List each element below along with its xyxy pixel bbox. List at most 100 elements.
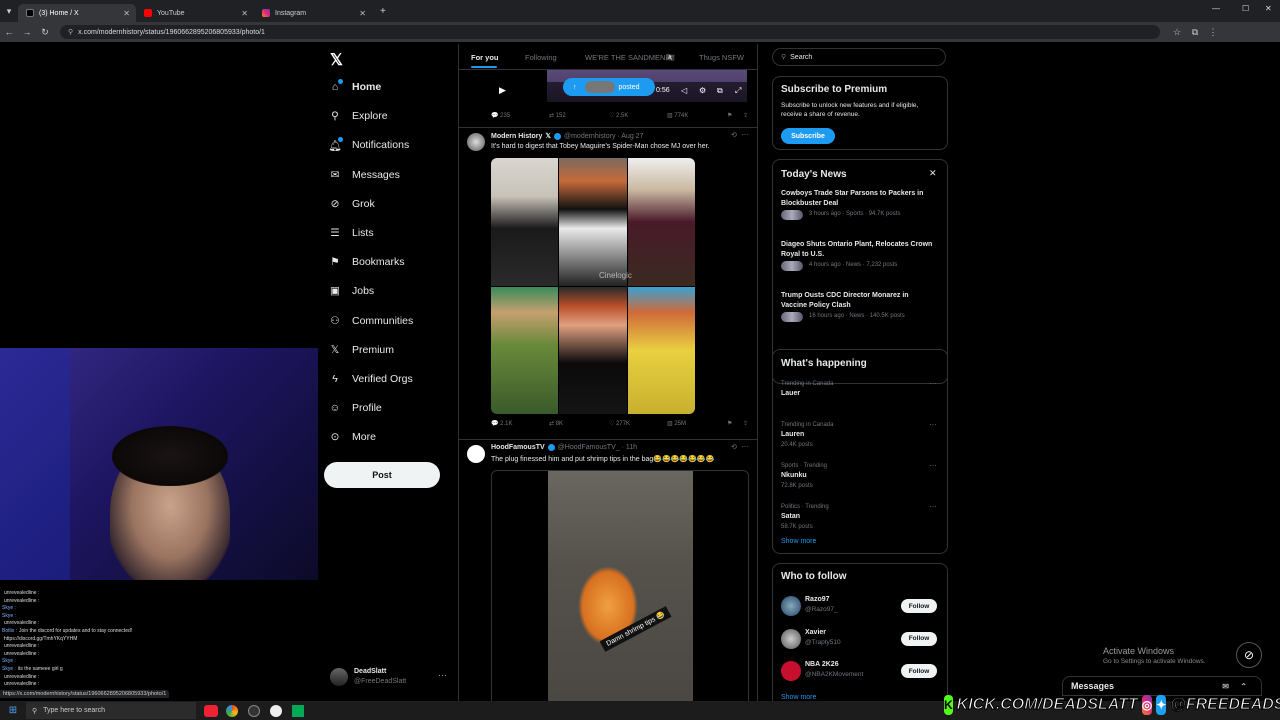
browser-menu-icon[interactable]: ⋮ — [1204, 27, 1222, 38]
trend-item[interactable]: Trending in Canada Lauren 20.4K posts ··· — [773, 420, 947, 460]
back-icon[interactable]: ← — [0, 27, 18, 37]
tab-for-you[interactable]: For you — [471, 53, 499, 62]
nav-item-explore[interactable]: ⚲ Explore — [328, 107, 387, 125]
bookmark-icon[interactable]: ⚑ — [727, 112, 732, 119]
repost-count[interactable]: ⇄ 8K — [549, 420, 563, 427]
play-icon[interactable]: ▶ — [499, 85, 506, 96]
close-tab-icon[interactable]: ✕ — [241, 9, 248, 18]
avatar[interactable] — [467, 445, 485, 463]
taskbar-search[interactable]: ⚲ Type here to search — [26, 702, 196, 719]
follow-button[interactable]: Follow — [901, 664, 937, 678]
windows-start-icon[interactable]: ⊞ — [0, 705, 26, 716]
more-options-icon[interactable]: ··· — [929, 461, 937, 470]
terminal-icon[interactable] — [292, 704, 304, 717]
settings-icon[interactable]: ⚙ — [699, 86, 706, 95]
extensions-icon[interactable]: ⧉ — [1186, 27, 1204, 38]
suggestion-name[interactable]: Xavier — [805, 629, 826, 636]
nav-item-jobs[interactable]: ▣ Jobs — [328, 282, 374, 300]
nav-item-grok[interactable]: ⊘ Grok — [328, 195, 375, 213]
avatar[interactable] — [781, 661, 801, 681]
expand-icon[interactable]: ⌃ — [1240, 682, 1247, 691]
show-more-link[interactable]: Show more — [781, 538, 816, 545]
account-menu-icon[interactable]: ··· — [438, 670, 447, 680]
tweet-modern-history[interactable]: Modern History 𝕏 @modernhistory · Aug 27… — [459, 128, 757, 440]
app-icon[interactable] — [270, 704, 282, 717]
view-count[interactable]: ▥ 774K — [667, 112, 688, 119]
tweet-video[interactable]: ▶ ↑ posted 0:56 ◁ ⚙ ⧉ ⤢ 💬 235 ⇄ 152 ♡ 2.… — [459, 70, 757, 128]
more-options-icon[interactable]: ··· — [741, 442, 749, 451]
grok-fab-icon[interactable]: ⊘ — [1236, 642, 1262, 668]
trend-item[interactable]: Sports · Trending Nkunku 72.8K posts ··· — [773, 461, 947, 501]
nav-item-home[interactable]: ⌂ Home — [328, 78, 381, 96]
chrome-icon[interactable] — [226, 704, 238, 717]
tweet-handle[interactable]: @HoodFamousTV_ · 11h — [558, 444, 637, 451]
follow-button[interactable]: Follow — [901, 599, 937, 613]
repost-count[interactable]: ⇄ 152 — [549, 112, 566, 119]
like-count[interactable]: ♡ 277K — [609, 420, 630, 427]
follow-suggestion[interactable]: NBA 2K26 @NBA2KMovement Follow — [773, 659, 947, 685]
pip-icon[interactable]: ⧉ — [717, 86, 723, 96]
more-options-icon[interactable]: ··· — [929, 420, 937, 429]
tweet-image[interactable] — [491, 158, 695, 414]
nav-item-notifications[interactable]: 🔔︎ Notifications — [328, 136, 409, 154]
tab-instagram[interactable]: Instagram ✕ — [254, 4, 372, 22]
more-options-icon[interactable]: ··· — [741, 130, 749, 139]
obs-icon[interactable] — [248, 704, 260, 717]
nav-item-more[interactable]: ⊙ More — [328, 428, 376, 446]
volume-icon[interactable]: ◁ — [681, 86, 687, 95]
share-icon[interactable]: ⇪ — [743, 420, 748, 427]
close-tab-icon[interactable]: ✕ — [123, 9, 130, 18]
reply-count[interactable]: 💬 2.1K — [491, 420, 512, 427]
tweet-author[interactable]: HoodFamousTV — [491, 444, 545, 451]
news-headline[interactable]: Cowboys Trade Star Parsons to Packers in… — [781, 189, 936, 209]
trend-item[interactable]: Trending in Canada Lauer ··· — [773, 379, 947, 419]
x-logo-icon[interactable]: 𝕏 — [330, 50, 343, 70]
app-icon[interactable] — [204, 704, 218, 717]
new-tab-button[interactable]: + — [380, 6, 386, 17]
follow-button[interactable]: Follow — [901, 631, 937, 646]
tab-thugs[interactable]: Thugs NSFW — [699, 53, 744, 62]
avatar[interactable] — [781, 628, 801, 649]
tab-youtube[interactable]: YouTube ✕ — [136, 4, 254, 22]
tweet-hoodfamous[interactable]: HoodFamousTV @HoodFamousTV_ · 11h ⟲ ··· … — [459, 440, 757, 704]
tweet-media[interactable]: Damn shrimp tips 😂 — [491, 470, 749, 704]
tab-following[interactable]: Following — [525, 53, 557, 62]
tweet-handle[interactable]: @modernhistory · Aug 27 — [564, 133, 643, 140]
close-tab-icon[interactable]: ✕ — [359, 9, 366, 18]
forward-icon[interactable]: → — [18, 27, 36, 37]
url-field[interactable]: ⚲ x.com/modernhistory/status/19606628952… — [60, 25, 1160, 39]
reload-icon[interactable]: ↻ — [36, 27, 54, 38]
reply-count[interactable]: 💬 235 — [491, 112, 510, 119]
trend-item[interactable]: Politics · Trending Satan 58.7K posts ··· — [773, 502, 947, 542]
nav-item-premium[interactable]: 𝕏 Premium — [328, 341, 394, 359]
view-count[interactable]: ▥ 25M — [667, 420, 686, 427]
more-options-icon[interactable]: ··· — [929, 379, 937, 388]
minimize-icon[interactable]: — — [1212, 4, 1220, 13]
subscribe-button[interactable]: Subscribe — [781, 128, 835, 144]
tweet-author[interactable]: Modern History — [491, 133, 542, 140]
post-button[interactable]: Post — [324, 462, 440, 488]
posted-pill[interactable]: ↑ posted — [563, 78, 655, 96]
nav-item-lists[interactable]: ☰ Lists — [328, 224, 373, 242]
avatar[interactable] — [781, 596, 801, 616]
tab-x-home[interactable]: (3) Home / X ✕ — [18, 4, 136, 22]
follow-suggestion[interactable]: Xavier @Trapty510 Follow — [773, 627, 947, 653]
nav-item-bookmarks[interactable]: ⚑ Bookmarks — [328, 253, 404, 271]
follow-suggestion[interactable]: Razo97 @Razo97_ Follow — [773, 594, 947, 620]
tab-menu-icon[interactable]: ▾ — [0, 6, 18, 17]
share-icon[interactable]: ⇪ — [743, 112, 748, 119]
show-more-link[interactable]: Show more — [781, 694, 816, 701]
maximize-icon[interactable]: ☐ — [1242, 4, 1249, 13]
nav-item-profile[interactable]: ☺ Profile — [328, 399, 382, 417]
tab-sandmen[interactable]: WE'RE THE SANDMEN🏴‍☠️ — [585, 53, 675, 62]
news-headline[interactable]: Trump Ousts CDC Director Monarez in Vacc… — [781, 291, 936, 311]
nav-item-communities[interactable]: ⚇ Communities — [328, 312, 413, 330]
news-headline[interactable]: Diageo Shuts Ontario Plant, Relocates Cr… — [781, 240, 936, 260]
avatar[interactable] — [467, 133, 485, 151]
suggestion-name[interactable]: NBA 2K26 — [805, 661, 839, 668]
bookmark-icon[interactable]: ⚑ — [727, 420, 732, 427]
like-count[interactable]: ♡ 2.5K — [609, 112, 628, 119]
search-input[interactable]: ⚲ Search — [772, 48, 946, 66]
nav-item-verified-orgs[interactable]: ϟ Verified Orgs — [328, 370, 412, 388]
suggestion-name[interactable]: Razo97 — [805, 596, 830, 603]
